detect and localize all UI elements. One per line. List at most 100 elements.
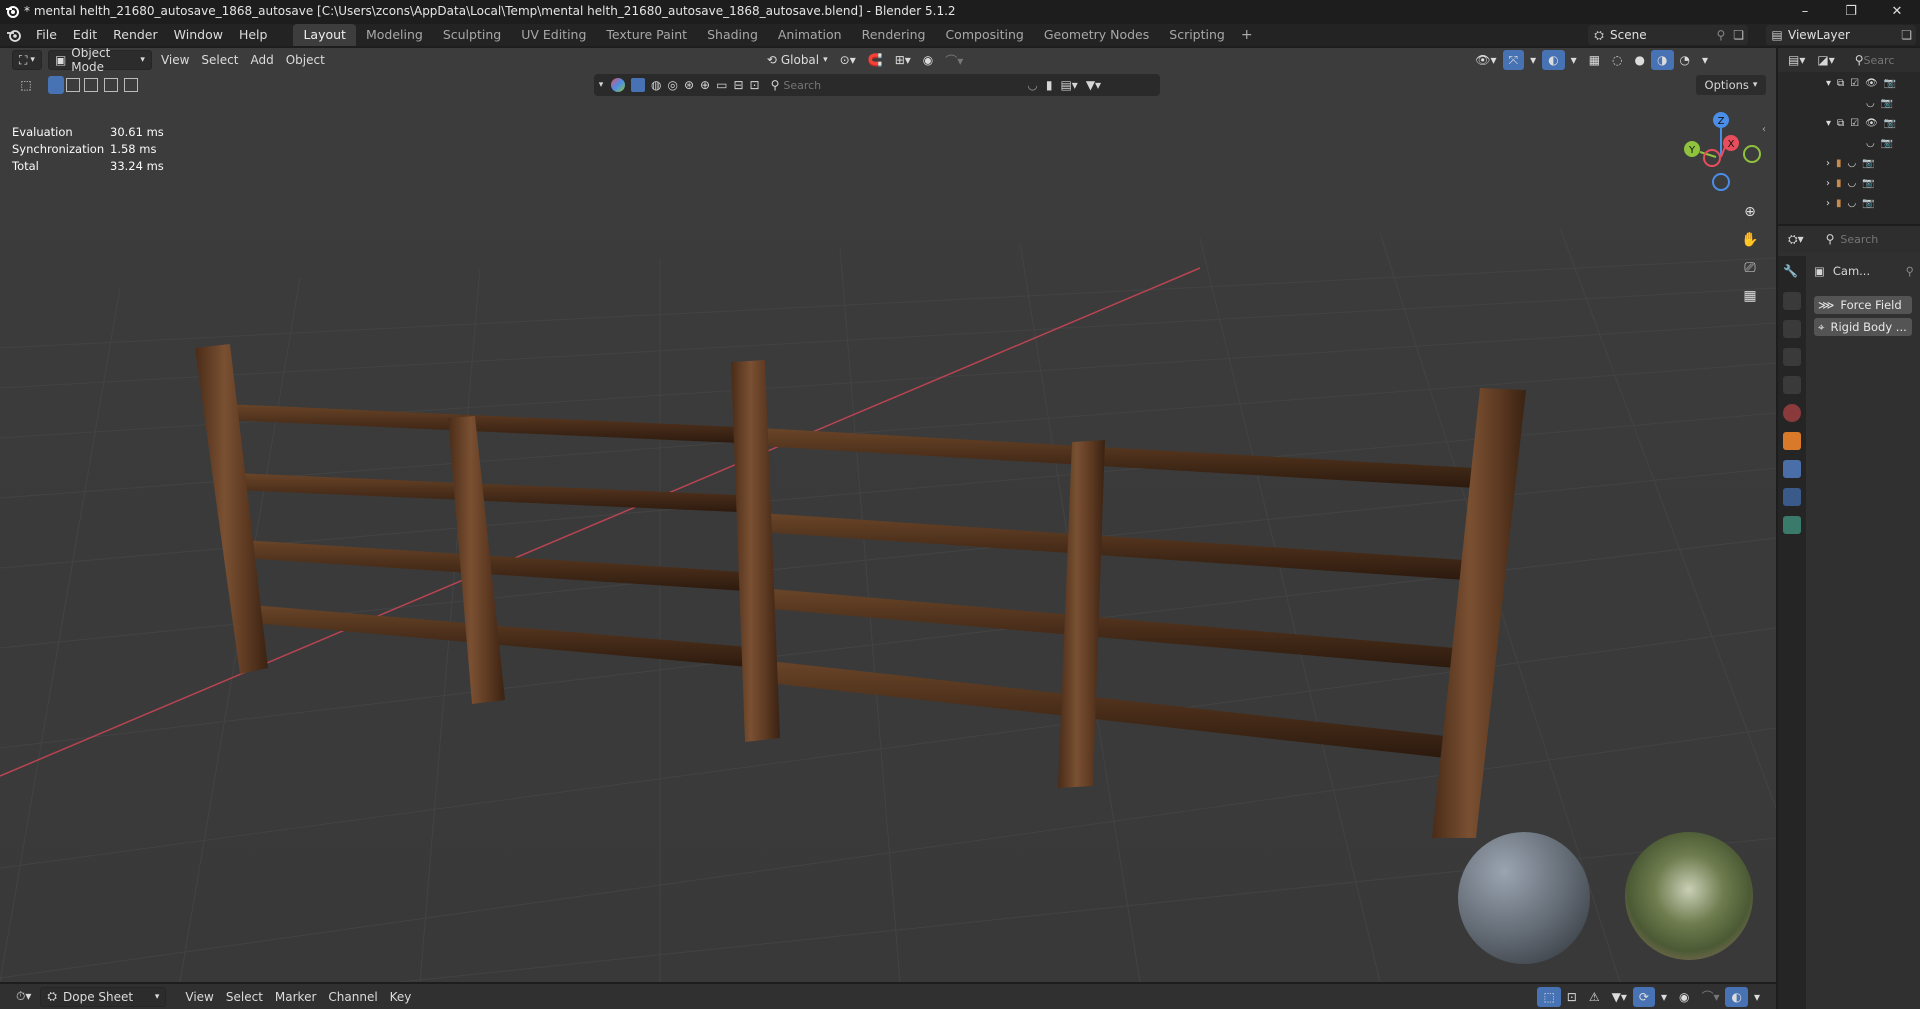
menu-help[interactable]: Help <box>231 24 276 46</box>
surface-filter-icon[interactable]: ◎ <box>667 78 677 92</box>
select-mode-new-icon[interactable] <box>48 76 64 94</box>
tool-tab-icon[interactable]: 🔧 <box>1783 264 1801 282</box>
outliner-search-input[interactable] <box>1863 53 1894 67</box>
curve-filter-icon[interactable]: ◍ <box>651 78 661 92</box>
viewport-scene[interactable]: Z Y X <box>0 48 1776 982</box>
filter-dropdown-icon[interactable]: ▾ <box>594 80 608 90</box>
modifiers-tab-icon[interactable] <box>1783 460 1801 478</box>
tab-animation[interactable]: Animation <box>768 24 852 46</box>
filter-options-icon[interactable]: ◡ <box>1027 78 1037 92</box>
dopesheet-menu-select[interactable]: Select <box>220 987 269 1007</box>
pan-hand-icon[interactable]: ✋ <box>1738 228 1762 252</box>
view-layer-selector[interactable]: ▤ ViewLayer ❏ <box>1766 25 1916 45</box>
output-tab-icon[interactable] <box>1783 320 1801 338</box>
select-tool-icon[interactable]: ⬚ <box>16 76 36 94</box>
outliner-row[interactable]: ▾ ⧉ ☑ 👁 📷 <box>1826 118 1920 132</box>
tab-geometry-nodes[interactable]: Geometry Nodes <box>1034 24 1159 46</box>
camera-icon[interactable]: 📷 <box>1862 178 1874 192</box>
camera-icon[interactable]: 📷 <box>1881 98 1893 112</box>
menu-view[interactable]: View <box>155 50 195 70</box>
xray-toggle-icon[interactable]: ▦ <box>1583 50 1606 70</box>
outliner-row[interactable]: ◡ 📷 <box>1866 98 1920 112</box>
eye-closed-icon[interactable]: ◡ <box>1866 98 1875 112</box>
editor-type-button[interactable]: ⛶ ▾ <box>12 50 42 70</box>
shading-options-icon[interactable]: ▾ <box>1696 50 1714 70</box>
meta-filter-icon[interactable]: ⊛ <box>684 78 694 92</box>
constraints-tab-icon[interactable] <box>1783 516 1801 534</box>
visibility-icon[interactable]: 👁▾ <box>1469 50 1502 70</box>
menu-select[interactable]: Select <box>195 50 244 70</box>
filter-icon[interactable]: ▼▾ <box>1606 987 1633 1007</box>
sidebar-toggle-icon[interactable]: ‹ <box>1762 124 1766 135</box>
options-dropdown[interactable]: Options ▾ <box>1696 75 1766 95</box>
tab-layout[interactable]: Layout <box>293 24 356 46</box>
bookmark-icon[interactable]: ▮ <box>1046 78 1053 92</box>
eye-closed-icon[interactable]: ◡ <box>1848 158 1857 172</box>
camera-icon[interactable]: 📷 <box>1884 78 1896 92</box>
overlay-options-icon[interactable]: ▾ <box>1748 987 1766 1007</box>
overlay-icon[interactable]: ◐ <box>1725 986 1748 1007</box>
menu-object[interactable]: Object <box>280 50 331 70</box>
dopesheet-menu-marker[interactable]: Marker <box>269 987 322 1007</box>
proportional-icon[interactable]: ◉ <box>1673 987 1695 1007</box>
menu-edit[interactable]: Edit <box>65 24 105 46</box>
eye-icon[interactable]: 👁 <box>1865 118 1878 132</box>
pin-icon[interactable]: ⚲ <box>1906 264 1914 278</box>
blender-menu-icon[interactable] <box>0 28 28 42</box>
falloff-icon[interactable]: ⌒▾ <box>939 50 969 70</box>
menu-render[interactable]: Render <box>105 24 166 46</box>
tab-modeling[interactable]: Modeling <box>356 24 433 46</box>
menu-add[interactable]: Add <box>244 50 279 70</box>
properties-editor-type-icon[interactable]: ⛭▾ <box>1788 232 1804 247</box>
viewport-search-input[interactable] <box>783 77 1024 93</box>
force-field-button[interactable]: ⋙ Force Field <box>1814 296 1912 314</box>
object-tab-icon[interactable] <box>1783 432 1801 450</box>
zoom-icon[interactable]: ⊕ <box>1738 200 1762 224</box>
auto-key-icon[interactable]: ⟳ <box>1632 986 1655 1007</box>
close-button[interactable]: ✕ <box>1874 0 1920 22</box>
camera-icon[interactable]: 📷 <box>1881 138 1893 152</box>
select-mode-subtract-icon[interactable] <box>84 78 98 92</box>
transform-orientation-dropdown[interactable]: ⟲ Global ▾ <box>761 50 834 70</box>
perspective-toggle-icon[interactable]: ▦ <box>1738 284 1762 308</box>
wireframe-shading-icon[interactable]: ◌ <box>1606 50 1628 70</box>
tab-scripting[interactable]: Scripting <box>1159 24 1235 46</box>
collection-filter-icon[interactable]: ▤▾ <box>1060 78 1077 92</box>
overlays-options-icon[interactable]: ▾ <box>1565 50 1583 70</box>
outliner-editor-type-icon[interactable]: ▤▾ <box>1788 53 1805 67</box>
snapping-icon[interactable]: ▾ <box>1655 987 1673 1007</box>
snap-toggle-icon[interactable]: 🧲 <box>862 50 889 70</box>
minimize-button[interactable]: – <box>1782 0 1828 22</box>
maximize-button[interactable]: ❐ <box>1828 0 1874 22</box>
select-mode-extend-icon[interactable] <box>66 78 80 92</box>
mesh-filter-icon[interactable] <box>631 78 645 92</box>
outliner-row[interactable]: › ▮ ◡ 📷 <box>1826 178 1920 192</box>
eye-icon[interactable]: 👁 <box>1865 78 1878 92</box>
light-filter-icon[interactable]: ⊕ <box>700 78 710 92</box>
outliner-tree[interactable]: ▾ ⧉ ☑ 👁 📷 ◡ 📷 ▾ ⧉ ☑ 👁 📷 ◡ 📷 › ▮ ◡ 📷 › ▮ ◡ 📷 › ▮ ◡ 📷 <box>1778 74 1920 224</box>
properties-search-input[interactable] <box>1840 232 1901 246</box>
render-tab-icon[interactable] <box>1783 292 1801 310</box>
empty-filter-icon[interactable]: ⊟ <box>733 78 743 92</box>
pivot-point-button[interactable]: ⊙▾ <box>834 50 862 70</box>
camera-icon[interactable]: 📷 <box>1862 198 1874 212</box>
camera-icon[interactable]: 📷 <box>1884 118 1896 132</box>
solid-shading-icon[interactable]: ● <box>1629 50 1651 70</box>
3d-viewport[interactable]: Z Y X ⛶ ▾ ▣ Object Mode ▾ View Select Add… <box>0 48 1776 982</box>
snap-target-button[interactable]: ⊞▾ <box>889 50 917 70</box>
outliner-row[interactable]: ◡ 📷 <box>1866 138 1920 152</box>
tab-texture-paint[interactable]: Texture Paint <box>596 24 697 46</box>
select-mode-invert-icon[interactable] <box>104 78 118 92</box>
new-scene-icon[interactable]: ❏ <box>1729 28 1748 42</box>
outliner-row[interactable]: › ▮ ◡ 📷 <box>1826 158 1920 172</box>
tab-shading[interactable]: Shading <box>697 24 768 46</box>
menu-file[interactable]: File <box>28 24 65 46</box>
only-selected-icon[interactable]: ⬚ <box>1537 986 1561 1007</box>
pin-icon[interactable]: ⚲ <box>1712 28 1729 42</box>
camera-view-icon[interactable]: ⎚ <box>1738 256 1762 280</box>
tab-compositing[interactable]: Compositing <box>935 24 1033 46</box>
eye-closed-icon[interactable]: ◡ <box>1848 178 1857 192</box>
dopesheet-menu-channel[interactable]: Channel <box>322 987 383 1007</box>
rendered-shading-icon[interactable]: ◔ <box>1674 50 1696 70</box>
camera-icon[interactable]: 📷 <box>1862 158 1874 172</box>
